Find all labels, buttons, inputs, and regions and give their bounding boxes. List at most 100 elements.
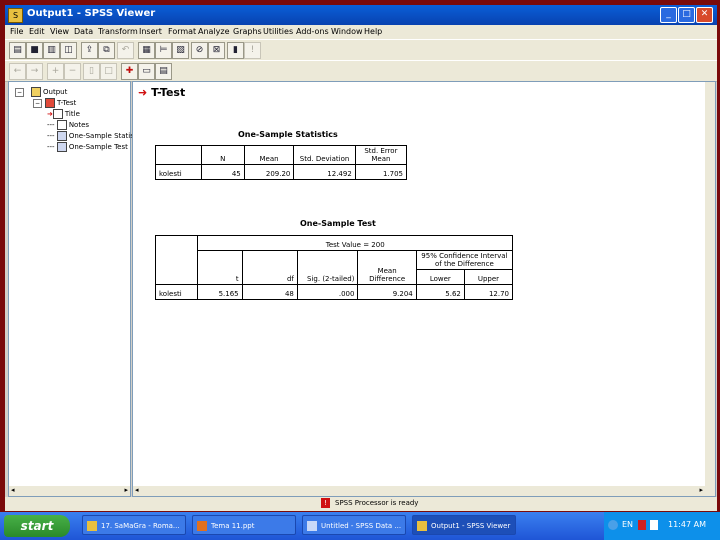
collapse-output-toggle[interactable]: −	[15, 88, 24, 97]
hide-icon[interactable]: □	[100, 63, 117, 80]
print-preview-icon[interactable]: ◫	[60, 42, 77, 59]
col-header: Upper	[463, 269, 514, 285]
print-icon[interactable]: ▥	[43, 42, 60, 59]
output-horizontal-scrollbar[interactable]: ◂ ▸	[133, 486, 705, 496]
ci-header: 95% Confidence Interval of the Differenc…	[415, 250, 514, 270]
outline-pane: − Output − T-Test ➜ Title --- Notes --- O…	[8, 81, 134, 497]
tree-item-label: Notes	[68, 121, 90, 129]
menu-graphs[interactable]: Graphs	[233, 27, 262, 36]
test-table-title: One-Sample Test	[300, 219, 376, 228]
menu-edit[interactable]: Edit	[29, 27, 45, 36]
outline-toolbar: ← → + − ▯ □ ✚ ▭ ▤	[5, 60, 717, 82]
show-icon[interactable]: ▯	[83, 63, 100, 80]
task-label: Untitled - SPSS Data ...	[321, 522, 402, 530]
volume-icon[interactable]	[650, 520, 658, 530]
taskbar-button[interactable]: 17. SaMaGra - Roma...	[82, 515, 186, 535]
col-header: Mean	[243, 145, 295, 165]
scroll-right-icon[interactable]: ▸	[699, 486, 703, 494]
tree-item-one-sample-statistics[interactable]: --- One-Sample Statis	[47, 131, 134, 141]
col-header: Lower	[415, 269, 465, 285]
menu-window[interactable]: Window	[331, 27, 363, 36]
tree-item-notes[interactable]: --- Notes	[47, 120, 89, 130]
warning-icon[interactable]: !	[244, 42, 261, 59]
menu-add-ons[interactable]: Add-ons	[296, 27, 329, 36]
menu-file[interactable]: File	[10, 27, 23, 36]
outline-horizontal-scrollbar[interactable]: ◂ ▸	[9, 486, 130, 496]
table-icon	[56, 131, 67, 141]
scroll-right-icon[interactable]: ▸	[124, 486, 128, 494]
task-label: Tema 11.ppt	[211, 522, 255, 530]
page-icon	[52, 109, 63, 119]
find-icon[interactable]: ⊘	[191, 42, 208, 59]
spss-viewer-window: S Output1 - SPSS Viewer _ □ ✕ File Edit …	[5, 5, 717, 511]
col-header: N	[200, 145, 245, 165]
menu-transform[interactable]: Transform	[98, 27, 138, 36]
cell-value: 12.492	[293, 164, 356, 180]
one-sample-statistics-table[interactable]: N Mean Std. Deviation Std. Error Mean ko…	[155, 145, 408, 180]
insert-title-icon[interactable]: ▭	[138, 63, 155, 80]
ttest-heading-text: T-Test	[151, 86, 186, 99]
scroll-left-icon[interactable]: ◂	[11, 486, 15, 494]
cell-value: 45	[200, 164, 245, 180]
one-sample-test-table[interactable]: Test Value = 200 t df Sig. (2-tailed) Me…	[154, 235, 514, 300]
ttest-heading[interactable]: ➜ T-Test	[138, 86, 185, 99]
recall-dialog-icon[interactable]: ⧉	[98, 42, 115, 59]
menu-help[interactable]: Help	[364, 27, 382, 36]
taskbar-button[interactable]: Tema 11.ppt	[192, 515, 296, 535]
minimize-button[interactable]: _	[660, 7, 677, 23]
menu-data[interactable]: Data	[74, 27, 93, 36]
tree-item-title[interactable]: ➜ Title	[47, 109, 80, 119]
cell-value: 1.705	[354, 164, 408, 180]
document-icon	[87, 521, 97, 531]
tree-item-output[interactable]: Output	[31, 87, 67, 97]
col-header: df	[241, 250, 298, 285]
insert-heading-icon[interactable]: ✚	[121, 63, 138, 80]
menu-format[interactable]: Format	[168, 27, 196, 36]
start-button[interactable]: start	[4, 515, 70, 537]
corner-cell	[154, 235, 199, 285]
table-icon	[56, 142, 67, 152]
goto-data-icon[interactable]: ▦	[138, 42, 155, 59]
save-icon[interactable]: ■	[26, 42, 43, 59]
tree-item-one-sample-test[interactable]: --- One-Sample Test	[47, 142, 128, 152]
menu-insert[interactable]: Insert	[139, 27, 162, 36]
menu-view[interactable]: View	[50, 27, 69, 36]
scroll-left-icon[interactable]: ◂	[135, 486, 139, 494]
taskbar-button[interactable]: Output1 - SPSS Viewer	[412, 515, 516, 535]
tree-item-label: T-Test	[57, 99, 77, 107]
open-icon[interactable]: ▤	[9, 42, 26, 59]
menu-utilities[interactable]: Utilities	[263, 27, 293, 36]
taskbar-button[interactable]: Untitled - SPSS Data ...	[302, 515, 406, 535]
chart-icon[interactable]: ▮	[227, 42, 244, 59]
tree-item-ttest[interactable]: T-Test	[45, 98, 76, 108]
expand-icon[interactable]: +	[47, 63, 64, 80]
goto-case-icon[interactable]: ⊨	[155, 42, 172, 59]
collapse-icon[interactable]: −	[64, 63, 81, 80]
tree-item-label: One-Sample Test	[68, 143, 128, 151]
insert-text-icon[interactable]: ▤	[155, 63, 172, 80]
export-icon[interactable]: ⇪	[81, 42, 98, 59]
demote-icon[interactable]: →	[26, 63, 43, 80]
designate-window-icon[interactable]: ⊠	[208, 42, 225, 59]
menu-analyze[interactable]: Analyze	[198, 27, 230, 36]
cell-value: 9.204	[357, 284, 417, 300]
undo-icon[interactable]: ↶	[117, 42, 134, 59]
cell-value: 12.70	[463, 284, 514, 300]
cell-value: 5.165	[197, 284, 243, 300]
close-button[interactable]: ✕	[696, 7, 713, 23]
test-value-header: Test Value = 200	[197, 235, 513, 251]
status-text: SPSS Processor is ready	[335, 499, 419, 507]
tree-item-label: One-Sample Statis	[68, 132, 134, 140]
output-vertical-scrollbar[interactable]	[705, 82, 715, 496]
processor-status-icon: !	[321, 498, 330, 508]
language-indicator[interactable]: EN	[622, 520, 633, 529]
network-icon[interactable]	[608, 520, 618, 530]
maximize-button[interactable]: □	[678, 7, 695, 23]
cell-value: 48	[241, 284, 298, 300]
collapse-ttest-toggle[interactable]: −	[33, 99, 42, 108]
variables-icon[interactable]: ▧	[172, 42, 189, 59]
spreadsheet-icon	[307, 521, 317, 531]
row-label: kolesti	[154, 284, 199, 300]
antivirus-icon[interactable]	[638, 520, 646, 530]
promote-icon[interactable]: ←	[9, 63, 26, 80]
